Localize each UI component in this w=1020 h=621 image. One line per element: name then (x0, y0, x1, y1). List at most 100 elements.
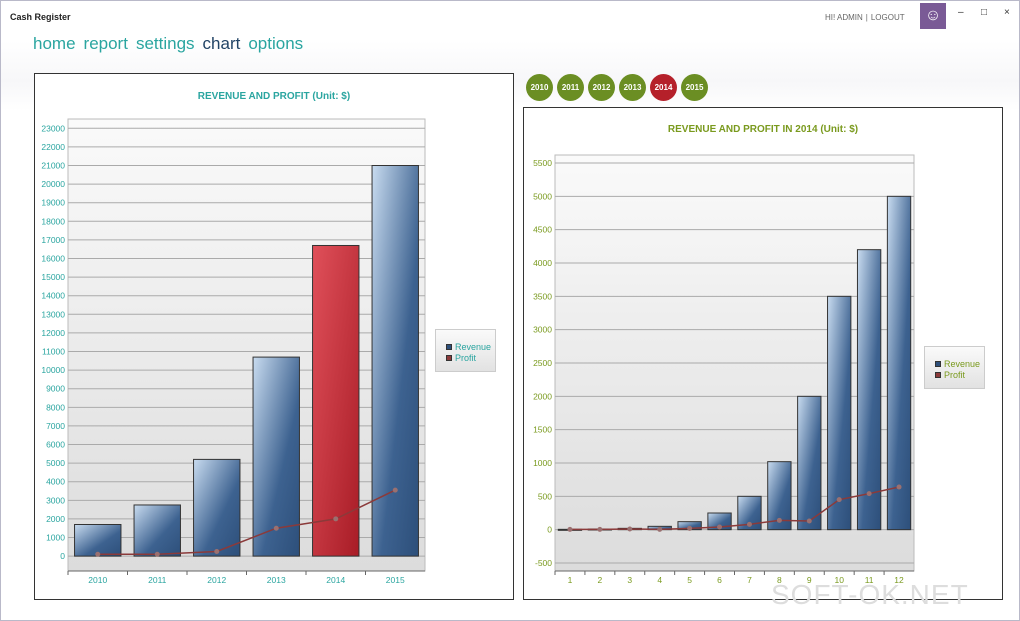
y-tick-label: 14000 (41, 291, 65, 301)
profit-point-2 (597, 526, 603, 532)
y-tick-label: 23000 (41, 123, 65, 133)
chart-title: REVENUE AND PROFIT IN 2014 (Unit: $) (667, 124, 859, 135)
profit-point-12 (896, 484, 902, 490)
profit-point-2012 (214, 548, 220, 554)
monthly-chart-panel: REVENUE AND PROFIT IN 2014 (Unit: $) -50… (523, 107, 1003, 600)
x-tick-label: 4 (657, 575, 662, 585)
x-tick-label: 2012 (207, 575, 226, 585)
y-tick-label: 5500 (533, 158, 552, 168)
y-tick-label: 500 (538, 491, 552, 501)
y-tick-label: 3000 (533, 325, 552, 335)
x-tick-label: 3 (627, 575, 632, 585)
profit-point-2013 (273, 525, 279, 531)
greeting: HI! ADMIN (825, 13, 863, 22)
legend-revenue: Revenue (935, 359, 984, 370)
revenue-bar-9 (797, 395, 822, 531)
y-tick-label: 2500 (533, 358, 552, 368)
revenue-bar-2010 (74, 523, 122, 557)
profit-point-10 (836, 497, 842, 503)
y-tick-label: 3500 (533, 291, 552, 301)
x-tick-label: 5 (687, 575, 692, 585)
y-tick-label: 1500 (533, 425, 552, 435)
smiley-icon: ☺ (920, 3, 946, 29)
nav-report[interactable]: report (84, 34, 128, 53)
y-tick-label: 9000 (46, 384, 65, 394)
profit-point-9 (806, 518, 812, 524)
y-tick-label: 20000 (41, 179, 65, 189)
y-tick-label: 19000 (41, 198, 65, 208)
y-tick-label: 21000 (41, 161, 65, 171)
close-button[interactable]: × (1004, 7, 1010, 18)
legend-profit: Profit (446, 353, 495, 364)
revenue-bar-2012 (193, 458, 241, 557)
x-tick-label: 2010 (88, 575, 107, 585)
y-tick-label: 8000 (46, 402, 65, 412)
x-tick-label: 1 (568, 575, 573, 585)
nav-chart[interactable]: chart (203, 34, 241, 53)
yearly-chart-panel: REVENUE AND PROFIT (Unit: $) 0 1000 2000 30… (34, 73, 514, 600)
y-tick-label: 22000 (41, 142, 65, 152)
y-tick-label: 4000 (46, 477, 65, 487)
maximize-button[interactable]: □ (981, 7, 987, 18)
logout-link[interactable]: LOGOUT (871, 13, 905, 22)
window-title: Cash Register (10, 12, 71, 22)
revenue-bar-2014 (312, 244, 360, 557)
y-tick-label: 12000 (41, 328, 65, 338)
revenue-bar-2011 (133, 504, 181, 557)
year-button-2015[interactable]: 2015 (681, 74, 708, 101)
y-tick-label: 17000 (41, 235, 65, 245)
year-selector: 2010 2011 2012 2013 2014 2015 (526, 74, 708, 101)
y-tick-label: 11000 (42, 347, 65, 357)
profit-point-7 (746, 521, 752, 527)
profit-point-3 (627, 526, 633, 532)
profit-point-4 (657, 526, 663, 532)
year-button-2013[interactable]: 2013 (619, 74, 646, 101)
y-tick-label: 0 (547, 525, 552, 535)
profit-point-2010 (95, 551, 101, 557)
y-tick-label: 10000 (41, 365, 65, 375)
y-tick-label: 3000 (46, 495, 65, 505)
profit-point-2011 (154, 551, 160, 557)
y-tick-label: 4000 (533, 258, 552, 268)
app-window: Cash Register HI! ADMIN | LOGOUT ☺ – □ × h… (0, 0, 1020, 621)
nav-home[interactable]: home (33, 34, 76, 53)
main-nav: home report settings chart options (33, 34, 311, 54)
profit-point-2015 (392, 487, 398, 493)
y-tick-label: 7000 (46, 421, 65, 431)
x-tick-label: 2014 (326, 575, 345, 585)
profit-point-5 (687, 525, 693, 531)
legend: Revenue Profit (435, 329, 496, 372)
plot-area (67, 118, 426, 572)
legend-revenue: Revenue (446, 342, 495, 353)
x-tick-label: 2011 (148, 575, 167, 585)
nav-options[interactable]: options (248, 34, 303, 53)
chart-title: REVENUE AND PROFIT (Unit: $) (197, 91, 351, 102)
y-tick-label: 2000 (533, 391, 552, 401)
y-tick-label: 15000 (41, 272, 65, 282)
revenue-bar-11 (856, 249, 882, 531)
y-tick-label: 5000 (46, 458, 65, 468)
x-tick-label: 2013 (267, 575, 286, 585)
year-button-2014[interactable]: 2014 (650, 74, 677, 101)
x-tick-label: 7 (747, 575, 752, 585)
y-tick-label: 1000 (533, 458, 552, 468)
user-area: HI! ADMIN | LOGOUT (825, 13, 905, 22)
year-button-2012[interactable]: 2012 (588, 74, 615, 101)
year-button-2011[interactable]: 2011 (557, 74, 584, 101)
year-button-2010[interactable]: 2010 (526, 74, 553, 101)
y-tick-label: 4500 (533, 225, 552, 235)
nav-settings[interactable]: settings (136, 34, 195, 53)
y-tick-label: 1000 (46, 533, 65, 543)
y-tick-label: 6000 (46, 440, 65, 450)
legend-profit: Profit (935, 370, 984, 381)
profit-point-1 (567, 526, 573, 532)
minimize-button[interactable]: – (958, 7, 964, 18)
x-tick-label: 6 (717, 575, 722, 585)
x-tick-label: 2015 (386, 575, 405, 585)
watermark: SOFT-OK.NET (771, 579, 969, 610)
y-tick-label: 0 (60, 551, 65, 561)
revenue-bar-12 (886, 195, 912, 531)
profit-point-6 (717, 524, 723, 530)
y-tick-label: 2000 (46, 514, 65, 524)
y-tick-label: 18000 (41, 216, 65, 226)
